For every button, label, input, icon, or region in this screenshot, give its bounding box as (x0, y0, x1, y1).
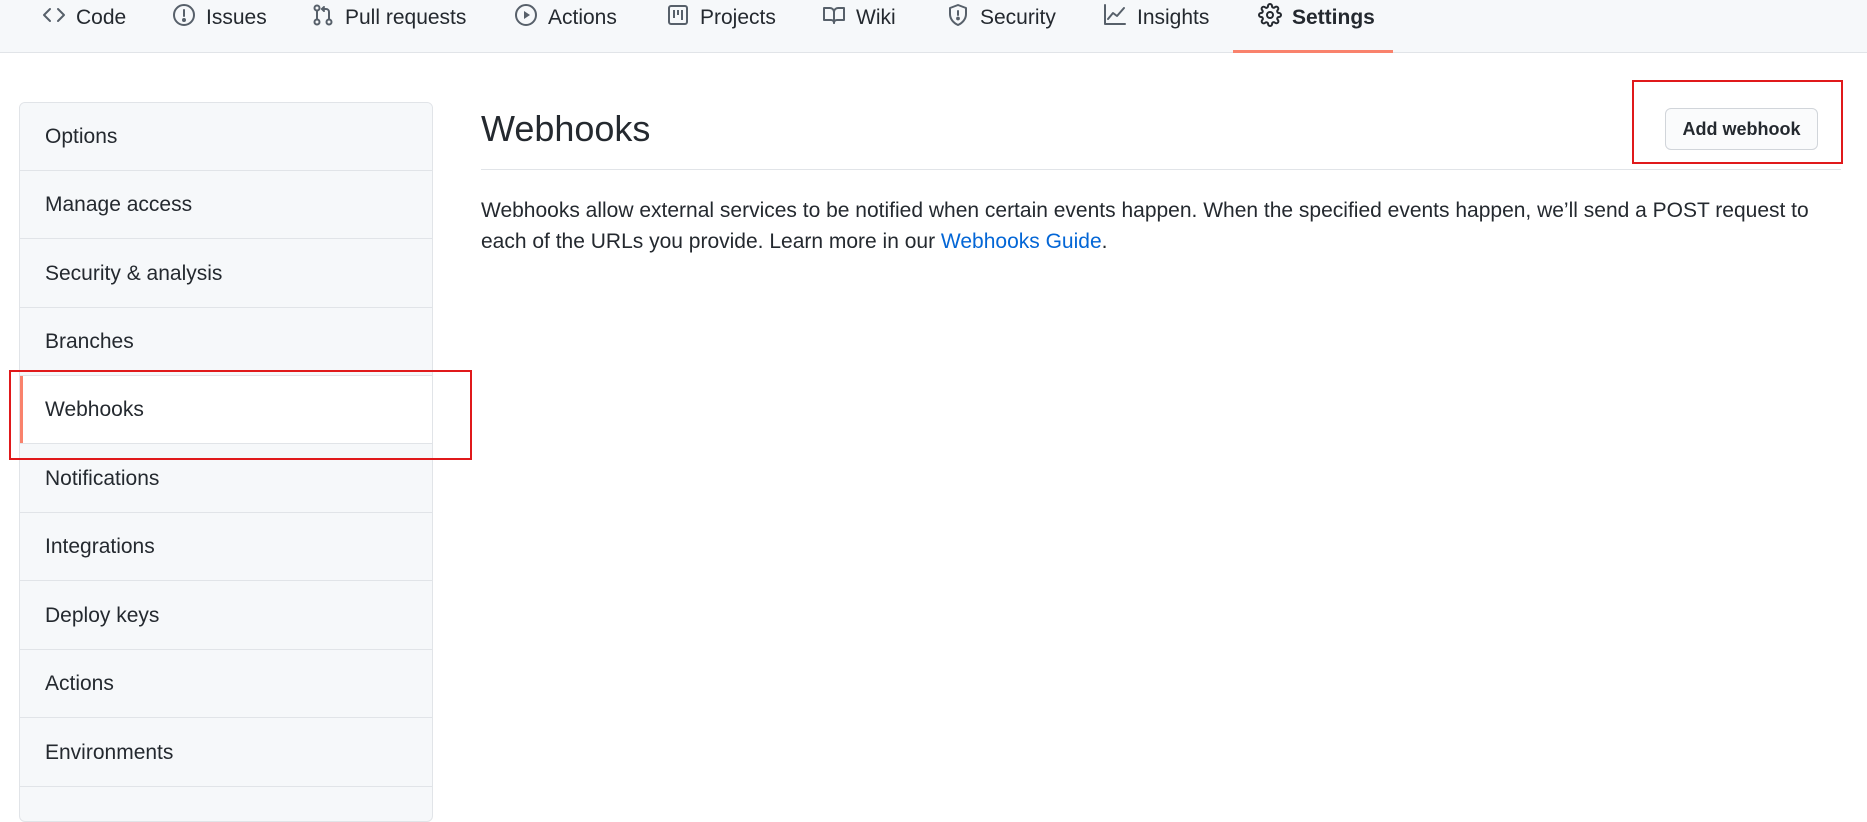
active-indicator (20, 376, 23, 443)
sidebar-item-security-analysis[interactable]: Security & analysis (20, 240, 432, 308)
tab-settings[interactable]: Settings (1258, 0, 1375, 53)
description-end: . (1101, 230, 1108, 253)
tab-label: Pull requests (345, 5, 467, 29)
settings-sidebar: Options Manage access Security & analysi… (19, 102, 433, 822)
code-icon (42, 3, 66, 33)
sidebar-item-label: Integrations (45, 534, 155, 558)
tab-issues[interactable]: Issues (172, 0, 267, 53)
sidebar-item-label: Environments (45, 740, 174, 764)
tab-label: Wiki (856, 5, 896, 29)
sidebar-item-integrations[interactable]: Integrations (20, 513, 432, 581)
sidebar-item-label: Branches (45, 329, 134, 353)
sidebar-item-manage-access[interactable]: Manage access (20, 171, 432, 239)
gear-icon (1258, 2, 1282, 33)
sidebar-item-label: Options (45, 124, 118, 148)
tab-code[interactable]: Code (42, 0, 126, 53)
tab-label: Security (980, 5, 1056, 29)
webhooks-guide-link[interactable]: Webhooks Guide (941, 230, 1102, 253)
sidebar-item-label: Security & analysis (45, 261, 223, 285)
sidebar-item-notifications[interactable]: Notifications (20, 445, 432, 513)
tab-label: Actions (548, 5, 617, 29)
tab-label: Insights (1137, 5, 1210, 29)
graph-icon (1103, 3, 1127, 33)
git-pull-request-icon (311, 3, 335, 33)
tab-label: Settings (1292, 5, 1375, 29)
sidebar-item-environments[interactable]: Environments (20, 719, 432, 787)
tab-label: Code (76, 5, 127, 29)
sidebar-item-options[interactable]: Options (20, 103, 432, 171)
tab-wiki[interactable]: Wiki (822, 0, 896, 53)
tab-insights[interactable]: Insights (1103, 0, 1209, 53)
sidebar-item-label: Deploy keys (45, 603, 160, 627)
tab-label: Projects (700, 5, 776, 29)
sidebar-item-actions[interactable]: Actions (20, 650, 432, 718)
title-divider (481, 169, 1841, 170)
webhooks-description: Webhooks allow external services to be n… (481, 195, 1841, 257)
sidebar-item-branches[interactable]: Branches (20, 308, 432, 376)
sidebar-item-label: Actions (45, 671, 114, 695)
repo-nav: Code Issues Pull requests Actions Projec… (0, 0, 1867, 53)
tab-actions[interactable]: Actions (514, 0, 617, 53)
issue-opened-icon (172, 3, 196, 33)
sidebar-item-deploy-keys[interactable]: Deploy keys (20, 582, 432, 650)
tab-security[interactable]: Security (946, 0, 1056, 53)
tab-pull-requests[interactable]: Pull requests (311, 0, 466, 53)
tab-label: Issues (206, 5, 267, 29)
sidebar-item-label: Notifications (45, 466, 160, 490)
page-title: Webhooks (481, 108, 651, 149)
active-tab-underline (1233, 50, 1393, 53)
sidebar-item-label: Manage access (45, 192, 193, 216)
sidebar-item-label: Webhooks (45, 397, 144, 421)
play-icon (514, 3, 538, 33)
book-icon (822, 3, 846, 33)
description-text: Webhooks allow external services to be n… (481, 199, 1809, 253)
shield-icon (946, 3, 970, 33)
tab-projects[interactable]: Projects (666, 0, 776, 53)
add-webhook-button[interactable]: Add webhook (1665, 108, 1818, 150)
project-icon (666, 3, 690, 33)
sidebar-item-webhooks[interactable]: Webhooks (20, 376, 432, 444)
